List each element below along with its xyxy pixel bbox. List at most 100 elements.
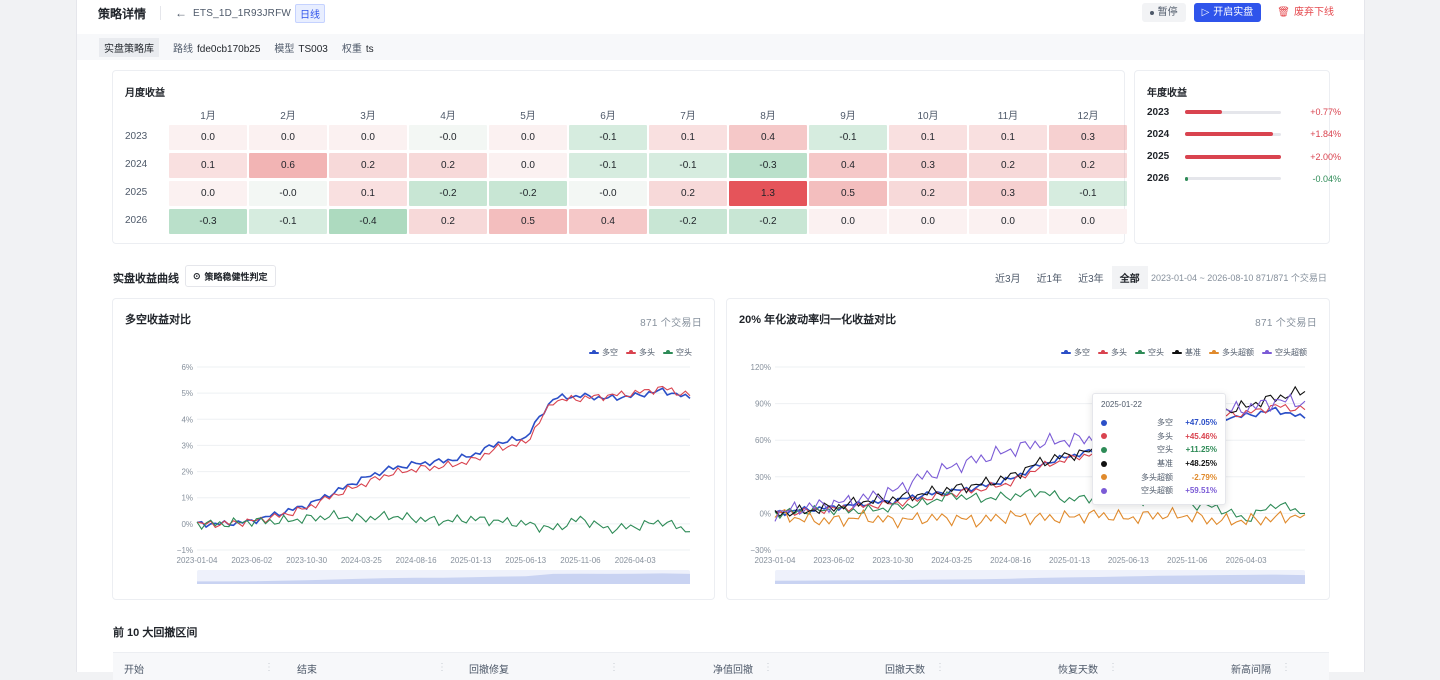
column-menu-icon[interactable]: ⋮ (1281, 662, 1291, 673)
x-tick-label: 2025-11-06 (560, 556, 601, 565)
heatmap-cell[interactable]: 0.6 (249, 153, 327, 178)
table-column-header[interactable]: 开始 (124, 661, 144, 676)
heatmap-cell[interactable]: -0.2 (409, 181, 487, 206)
heatmap-cell[interactable]: 0.0 (329, 125, 407, 150)
table-column-header[interactable]: 净值回撤 (713, 661, 753, 676)
heatmap-cell[interactable]: 0.2 (649, 181, 727, 206)
yearly-pct: +1.84% (1310, 129, 1341, 140)
table-column-header[interactable]: 结束 (297, 661, 317, 676)
normalized-chart[interactable]: 120% 90% 60% 30% 0% −30%2023-01-04 2023-06-02 2… (727, 299, 1331, 601)
heatmap-cell[interactable]: 0.0 (889, 209, 967, 234)
heatmap-cell[interactable]: 0.1 (169, 153, 247, 178)
heatmap-cell[interactable]: 0.0 (489, 125, 567, 150)
page-title: 策略详情 (98, 6, 147, 21)
heatmap-cell[interactable]: 0.2 (1049, 153, 1127, 178)
y-tick-label: 120% (751, 363, 771, 372)
heatmap-cell[interactable]: 0.1 (649, 125, 727, 150)
heatmap-cell[interactable]: 0.3 (889, 153, 967, 178)
heatmap-cell[interactable]: -0.1 (569, 153, 647, 178)
dot-icon (1149, 10, 1154, 15)
y-tick-label: 3% (181, 441, 193, 450)
heatmap-cell[interactable]: 0.3 (969, 181, 1047, 206)
longshort-chart-card: 多空收益对比 871 个交易日 多空 多头 空头 6% 5% 4% 3% 2% 1% 0% −1%… (112, 298, 715, 600)
x-tick-label: 2026-04-03 (615, 556, 656, 565)
tooltip-row: 多头超额 -2.79% (1101, 470, 1217, 484)
heatmap-cell[interactable]: -0.2 (729, 209, 807, 234)
heatmap-cell[interactable]: -0.4 (329, 209, 407, 234)
heatmap-cell[interactable]: 0.0 (489, 153, 567, 178)
y-tick-label: 30% (755, 473, 771, 482)
yearly-row: 2024 +1.84% (1147, 127, 1341, 141)
tooltip-row: 基准 +48.25% (1101, 457, 1217, 471)
heatmap-cell[interactable]: -0.3 (169, 209, 247, 234)
series-line (196, 509, 691, 535)
column-menu-icon[interactable]: ⋮ (437, 662, 447, 673)
yearly-year: 2026 (1147, 173, 1170, 185)
heatmap-cell[interactable]: -0.2 (489, 181, 567, 206)
table-column-header[interactable]: 恢复天数 (1058, 661, 1098, 676)
month-header: 2月 (280, 111, 296, 122)
heatmap-cell[interactable]: 0.0 (969, 209, 1047, 234)
range-option[interactable]: 近3年 (1070, 266, 1112, 289)
heatmap-cell[interactable]: 0.4 (729, 125, 807, 150)
heatmap-cell[interactable]: 0.2 (889, 181, 967, 206)
heatmap-cell[interactable]: 1.3 (729, 181, 807, 206)
range-option[interactable]: 近1年 (1029, 266, 1071, 289)
heatmap-cell[interactable]: -0.3 (729, 153, 807, 178)
heatmap-cell[interactable]: -0.1 (569, 125, 647, 150)
heatmap-cell[interactable]: 0.0 (169, 181, 247, 206)
column-menu-icon[interactable]: ⋮ (1108, 662, 1118, 673)
heatmap-cell[interactable]: -0.0 (569, 181, 647, 206)
month-header: 12月 (1077, 111, 1099, 122)
heatmap-cell[interactable]: 0.0 (249, 125, 327, 150)
back-arrow-icon[interactable]: ← (175, 6, 187, 20)
robustness-button[interactable]: ⊙ 策略稳健性判定 (185, 265, 276, 287)
pause-button[interactable]: 暂停 (1141, 3, 1186, 22)
yearly-bar (1185, 154, 1281, 159)
column-menu-icon[interactable]: ⋮ (935, 662, 945, 673)
heatmap-cell[interactable]: 0.0 (169, 125, 247, 150)
heatmap-cell[interactable]: -0.1 (249, 209, 327, 234)
heatmap-cell[interactable]: -0.1 (1049, 181, 1127, 206)
heatmap-cell[interactable]: 0.2 (409, 209, 487, 234)
heatmap-cell[interactable]: -0.1 (649, 153, 727, 178)
normalized-chart-card: 20% 年化波动率归一化收益对比 871 个交易日 多空 多头 空头 基准 多头超额 空头… (726, 298, 1330, 600)
heatmap-cell[interactable]: 0.2 (329, 153, 407, 178)
weight-field: 权重 ts (342, 40, 374, 55)
column-menu-icon[interactable]: ⋮ (763, 662, 773, 673)
heatmap-cell[interactable]: 0.5 (809, 181, 887, 206)
range-option[interactable]: 全部 (1111, 266, 1148, 289)
library-chip[interactable]: 实盘策略库 (99, 37, 159, 57)
table-column-header[interactable]: 回撤天数 (885, 661, 925, 676)
heatmap-cell[interactable]: 0.1 (969, 125, 1047, 150)
heatmap-cell[interactable]: -0.2 (649, 209, 727, 234)
heatmap-cell[interactable]: -0.0 (249, 181, 327, 206)
heatmap-cell[interactable]: 0.0 (809, 209, 887, 234)
heatmap-cell[interactable]: 0.1 (329, 181, 407, 206)
x-tick-label: 2025-11-06 (1167, 556, 1208, 565)
heatmap-cell[interactable]: -0.1 (809, 125, 887, 150)
column-menu-icon[interactable]: ⋮ (264, 662, 274, 673)
start-live-button[interactable]: ▷ 开启实盘 (1193, 3, 1262, 22)
heatmap-cell[interactable]: 0.0 (1049, 209, 1127, 234)
month-header: 4月 (440, 111, 456, 122)
heatmap-cell[interactable]: 0.2 (969, 153, 1047, 178)
heatmap-cell[interactable]: 0.2 (409, 153, 487, 178)
heatmap-cell[interactable]: -0.0 (409, 125, 487, 150)
yearly-pct: +2.00% (1310, 151, 1341, 162)
table-column-header[interactable]: 回撤修复 (469, 661, 509, 676)
weight-value: ts (365, 43, 374, 55)
heatmap-cell[interactable]: 0.4 (809, 153, 887, 178)
discard-button[interactable]: 🗑 废弃下线 (1269, 3, 1342, 22)
heatmap-cell[interactable]: 0.4 (569, 209, 647, 234)
longshort-chart[interactable]: 6% 5% 4% 3% 2% 1% 0% −1%2023-01-04 2023-06-02 202… (113, 299, 716, 601)
path-label: 路线 (173, 43, 193, 55)
column-menu-icon[interactable]: ⋮ (609, 662, 619, 673)
chart-tooltip: 2025-01-22 多空 +47.05% 多头 +45.46% 空头 +11.25% 基准… (1092, 393, 1226, 505)
heatmap-cell[interactable]: 0.5 (489, 209, 567, 234)
heatmap-cell[interactable]: 0.1 (889, 125, 967, 150)
table-column-header[interactable]: 新高间隔 (1231, 661, 1271, 676)
range-option[interactable]: 近3月 (987, 266, 1029, 289)
heatmap-cell[interactable]: 0.3 (1049, 125, 1127, 150)
x-tick-label: 2023-06-02 (231, 556, 272, 565)
